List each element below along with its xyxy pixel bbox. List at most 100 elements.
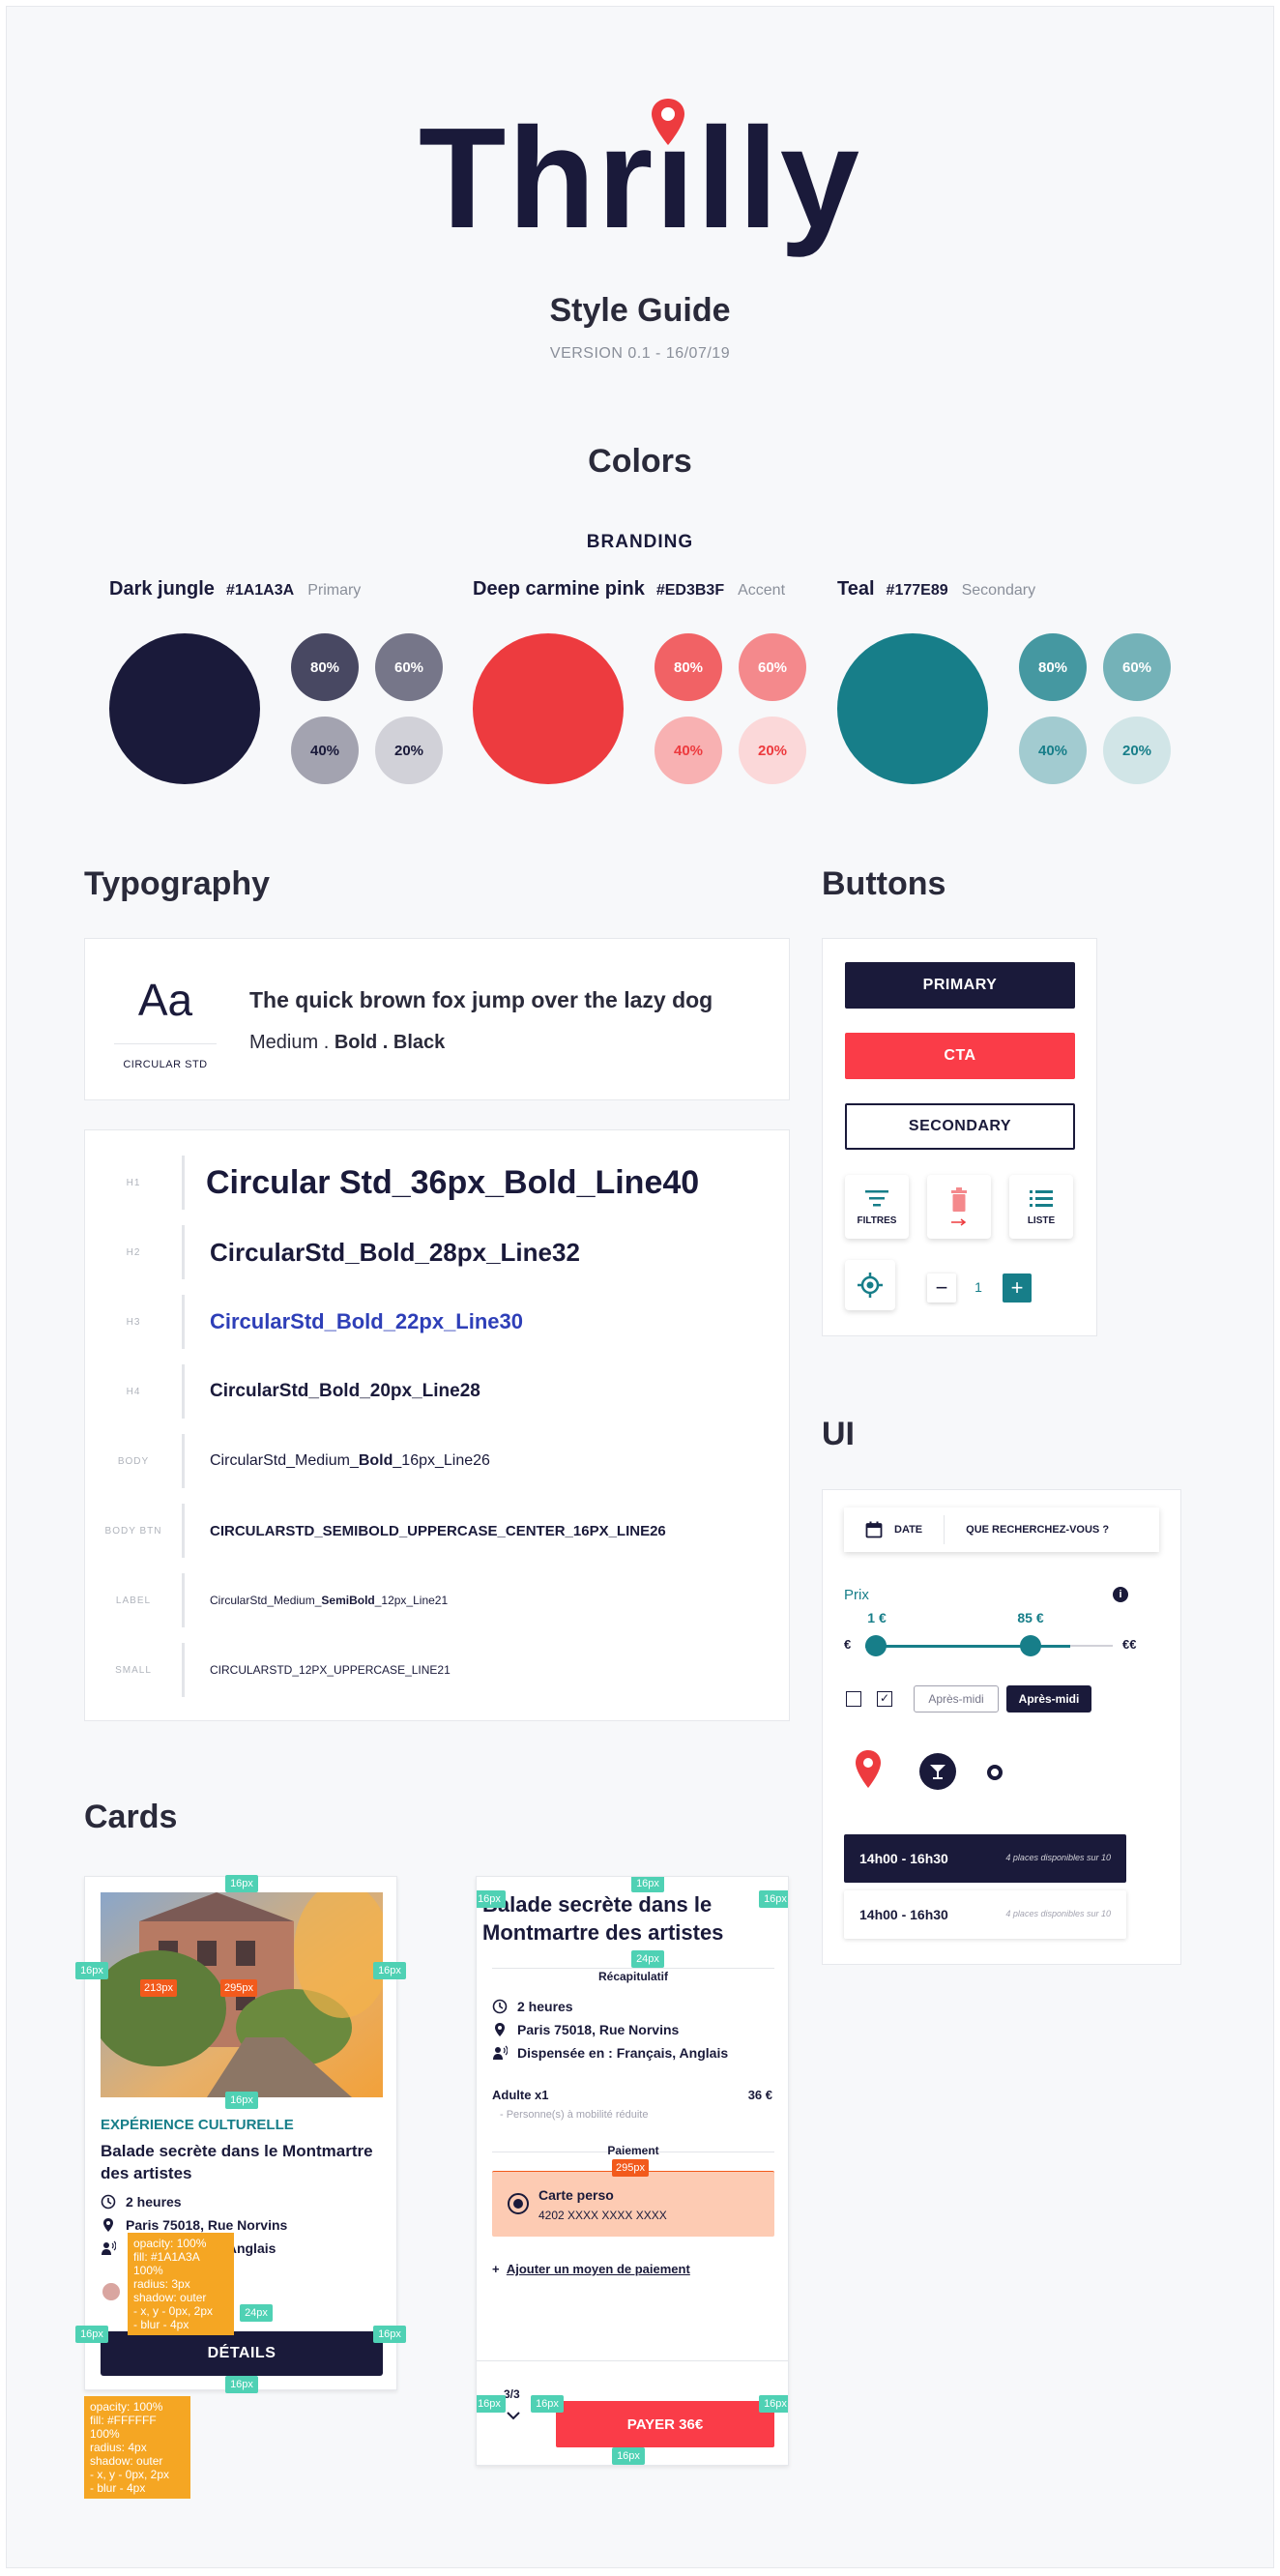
- branding-label: BRANDING: [586, 532, 694, 552]
- primary-button[interactable]: PRIMARY: [845, 962, 1075, 1009]
- location-dot: [987, 1765, 1003, 1780]
- details-button[interactable]: DÉTAILS: [101, 2331, 383, 2376]
- avatar: [101, 2281, 122, 2302]
- checkbox-unchecked[interactable]: [846, 1691, 861, 1707]
- shade-swatch: 80%: [1019, 633, 1087, 701]
- spacing-spec: 16px: [759, 2395, 788, 2413]
- adult-line: Adulte x1: [492, 2088, 549, 2102]
- type-row-h2: H2 CircularStd_Bold_28px_Line32: [85, 1217, 789, 1287]
- font-name: CIRCULAR STD: [123, 1059, 208, 1070]
- color-group-label: Teal #177E89 Secondary: [837, 578, 1036, 600]
- checkout-title: Balade secrète dans le Montmartre des ar…: [482, 1892, 724, 1945]
- payment-label: Paiement: [607, 2144, 659, 2157]
- crosshair-icon: [858, 1273, 883, 1298]
- version-text: VERSION 0.1 - 16/07/19: [549, 345, 731, 362]
- radio-selected[interactable]: [508, 2193, 529, 2214]
- spec-note: opacity: 100% fill: #1A1A3A 100% radius: 3…: [128, 2233, 234, 2335]
- duration-row: 2 heures: [101, 2194, 182, 2210]
- recap-label: Récapitulatif: [597, 1970, 668, 1983]
- location-icon: [103, 2218, 113, 2232]
- shade-swatch: 80%: [291, 633, 359, 701]
- spacing-spec: 16px: [75, 2326, 108, 2343]
- locate-button[interactable]: [845, 1260, 895, 1310]
- clock-icon: [492, 1999, 508, 2014]
- min-price-value: 1 €: [867, 1610, 887, 1625]
- time-pill-outline[interactable]: Après-midi: [914, 1685, 999, 1712]
- address-row: Paris 75018, Rue Norvins: [101, 2217, 287, 2233]
- size-spec: 213px: [140, 1979, 177, 1997]
- font-glyph: Aa: [137, 975, 193, 1025]
- plus-icon: +: [1010, 1275, 1024, 1300]
- spacing-spec: 16px: [477, 2395, 506, 2413]
- filters-button[interactable]: FILTRES: [845, 1175, 909, 1239]
- shade-swatch: 60%: [375, 633, 443, 701]
- search-field[interactable]: QUE RECHERCHEZ-VOUS ?: [966, 1524, 1109, 1536]
- size-spec: 295px: [220, 1979, 257, 1997]
- buttons-card: PRIMARY CTA SECONDARY FILTRES LISTE − 1 …: [822, 938, 1097, 1336]
- max-price-handle[interactable]: [1020, 1635, 1041, 1656]
- shade-swatch: 20%: [1103, 717, 1171, 784]
- shade-swatch: 60%: [739, 633, 806, 701]
- payment-card-option[interactable]: Carte perso 4202 XXXX XXXX XXXX: [492, 2171, 774, 2237]
- typography-title: Typography: [84, 865, 271, 902]
- spacing-spec: 16px: [225, 1875, 258, 1892]
- color-group-label: Dark jungle #1A1A3A Primary: [109, 578, 362, 600]
- cta-button[interactable]: CTA: [845, 1033, 1075, 1079]
- color-swatch-dark-jungle: [109, 633, 260, 784]
- delete-button[interactable]: [927, 1175, 991, 1239]
- min-price-handle[interactable]: [865, 1635, 887, 1656]
- shade-swatch: 40%: [655, 717, 722, 784]
- max-price-symbol: €€: [1122, 1637, 1137, 1652]
- filter-icon: [865, 1189, 888, 1206]
- add-payment-link[interactable]: + Ajouter un moyen de paiement: [492, 2262, 690, 2276]
- type-row-body: BODY CircularStd_Medium_Bold_16px_Line26: [85, 1426, 789, 1496]
- adult-price: 36 €: [747, 2088, 772, 2102]
- date-field[interactable]: DATE: [894, 1524, 922, 1536]
- colors-title: Colors: [588, 443, 692, 480]
- spacing-spec: 16px: [373, 1962, 406, 1979]
- ui-components-card: DATE QUE RECHERCHEZ-VOUS ? Prix i 1 € 85…: [822, 1489, 1181, 1965]
- list-icon: [1030, 1189, 1053, 1207]
- info-icon[interactable]: i: [1113, 1587, 1128, 1602]
- color-swatch-teal: [837, 633, 988, 784]
- time-slot-selected[interactable]: 14h00 - 16h30 4 places disponibles sur 1…: [844, 1834, 1126, 1883]
- max-price-value: 85 €: [1017, 1610, 1044, 1625]
- experience-card[interactable]: EXPÉRIENCE CULTURELLE Balade secrète dan…: [75, 1875, 406, 2393]
- decrement-button[interactable]: −: [927, 1273, 956, 1303]
- type-row-small: SMALL CIRCULARSTD_12PX_UPPERCASE_LINE21: [85, 1635, 789, 1705]
- chevron-down-icon[interactable]: [506, 2411, 521, 2420]
- increment-button[interactable]: +: [1003, 1273, 1032, 1303]
- divider: [477, 2360, 788, 2361]
- spacing-spec: 16px: [531, 2395, 564, 2413]
- color-swatch-carmine-pink: [473, 633, 624, 784]
- speaker-icon: [493, 2045, 508, 2060]
- shade-swatch: 80%: [655, 633, 722, 701]
- checkbox-checked[interactable]: ✓: [877, 1691, 892, 1707]
- spacing-spec: 24px: [240, 2304, 273, 2322]
- type-row-label: LABEL CircularStd_Medium_SemiBold_12px_L…: [85, 1566, 789, 1635]
- spacing-spec: 16px: [225, 2092, 258, 2109]
- step-indicator: 3/3: [504, 2387, 520, 2401]
- search-bar[interactable]: DATE QUE RECHERCHEZ-VOUS ?: [844, 1508, 1159, 1552]
- spacing-spec: 24px: [631, 1950, 664, 1968]
- pangram: The quick brown fox jump over the lazy d…: [249, 987, 713, 1012]
- list-button[interactable]: LISTE: [1009, 1175, 1073, 1239]
- thrilly-logo: Thrı lly: [418, 99, 862, 258]
- type-row-h4: H4 CircularStd_Bold_20px_Line28: [85, 1357, 789, 1426]
- cocktail-marker[interactable]: [919, 1753, 956, 1790]
- languages-row: Dispensée en : Français, Anglais: [492, 2045, 728, 2061]
- time-slot[interactable]: 14h00 - 16h30 4 places disponibles sur 1…: [844, 1890, 1126, 1939]
- reduced-mobility-line: - Personne(s) à mobilité réduite: [500, 2109, 649, 2121]
- checkout-card: Balade secrète dans le Montmartre des ar…: [476, 1876, 789, 2466]
- shade-swatch: 60%: [1103, 633, 1171, 701]
- calendar-icon: [865, 1521, 883, 1538]
- type-row-h3: H3 CircularStd_Bold_22px_Line30: [85, 1287, 789, 1357]
- time-pill-filled[interactable]: Après-midi: [1006, 1685, 1091, 1712]
- secondary-button[interactable]: SECONDARY: [845, 1103, 1075, 1150]
- spacing-spec: 16px: [373, 2326, 406, 2343]
- font-sample-card: Aa CIRCULAR STD The quick brown fox jump…: [84, 938, 790, 1100]
- spec-note: opacity: 100% fill: #FFFFFF 100% radius: 4…: [84, 2396, 190, 2499]
- map-marker-icon[interactable]: [854, 1749, 883, 1790]
- pay-button[interactable]: PAYER 36€: [556, 2401, 774, 2447]
- card-category: EXPÉRIENCE CULTURELLE: [101, 2117, 294, 2133]
